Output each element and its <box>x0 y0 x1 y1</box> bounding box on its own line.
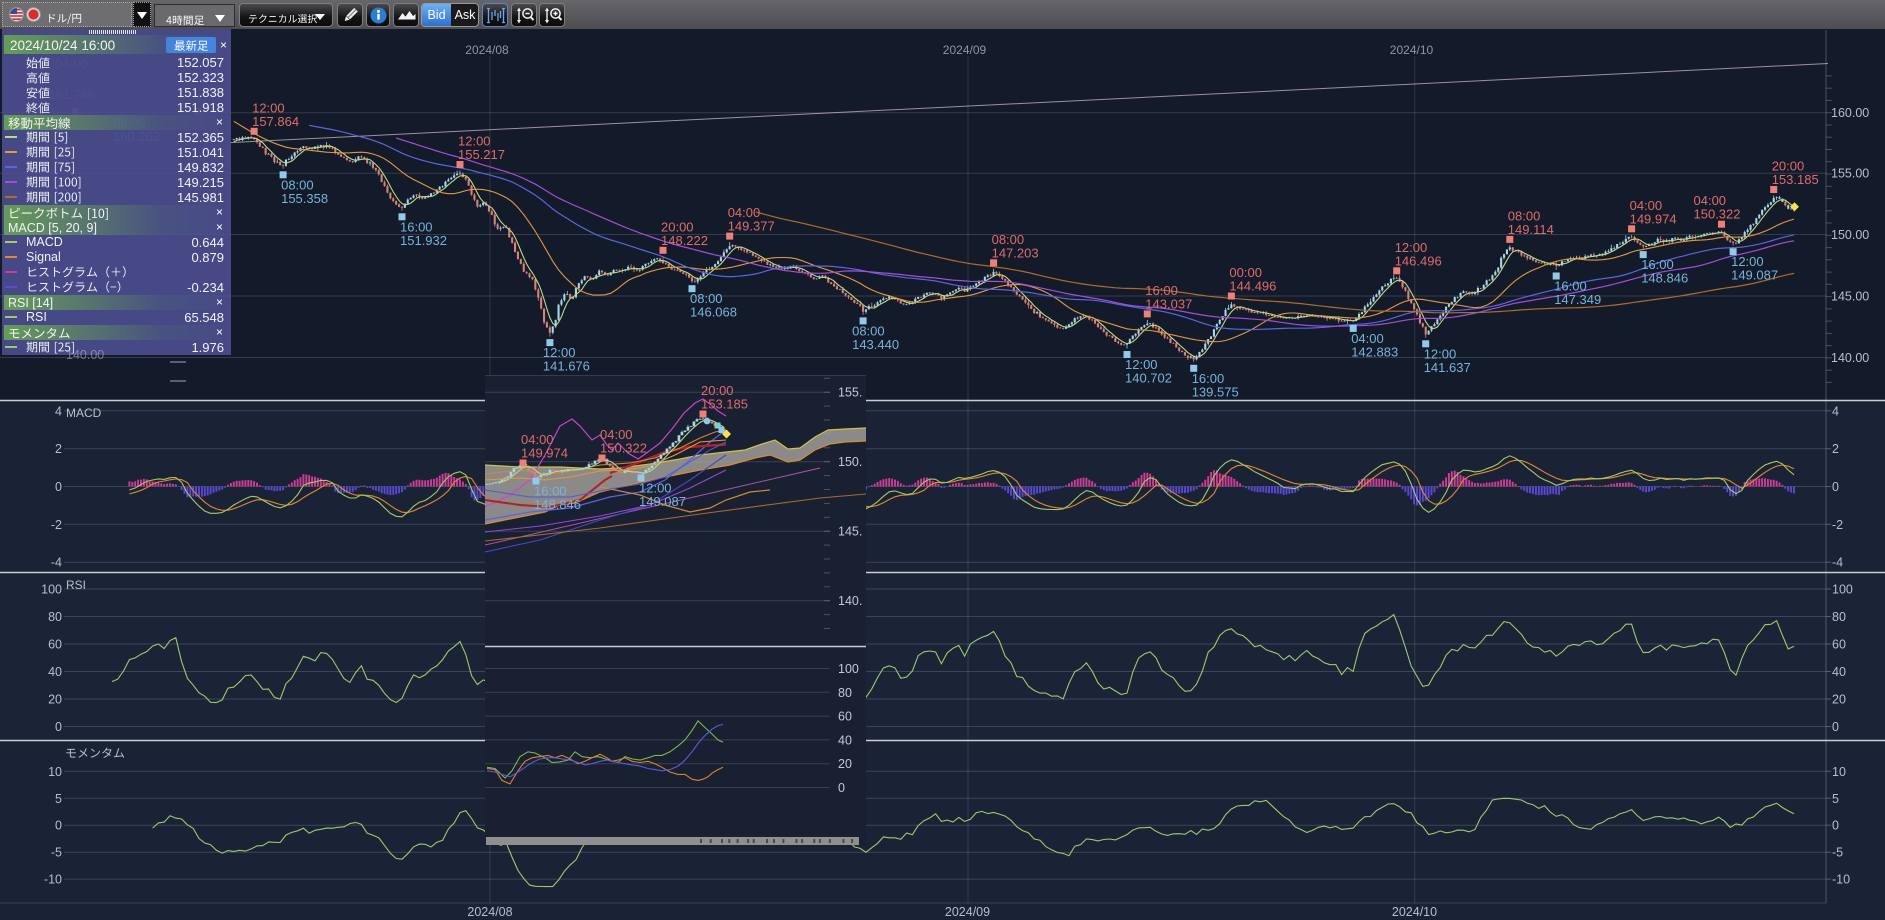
svg-text:2024/08: 2024/08 <box>465 43 509 57</box>
svg-text:153.185: 153.185 <box>701 397 748 412</box>
svg-text:20: 20 <box>48 693 62 707</box>
svg-text:151.932: 151.932 <box>400 233 447 248</box>
svg-text:140.00: 140.00 <box>66 348 104 362</box>
svg-text:141.676: 141.676 <box>543 359 590 374</box>
svg-text:155.00: 155.00 <box>1831 167 1869 181</box>
svg-text:143.440: 143.440 <box>852 337 899 352</box>
svg-text:149.087: 149.087 <box>639 494 686 509</box>
svg-text:2024/10: 2024/10 <box>1392 905 1437 919</box>
svg-text:147.203: 147.203 <box>992 245 1039 260</box>
svg-text:-4: -4 <box>1832 556 1843 570</box>
svg-text:146.496: 146.496 <box>1395 253 1442 268</box>
svg-text:10: 10 <box>1832 765 1846 779</box>
svg-text:10: 10 <box>48 765 62 779</box>
svg-text:60: 60 <box>838 710 852 724</box>
svg-text:145.: 145. <box>838 525 862 539</box>
svg-text:149.377: 149.377 <box>728 219 775 234</box>
svg-text:100: 100 <box>41 583 62 597</box>
svg-text:-2: -2 <box>51 518 62 532</box>
svg-text:5: 5 <box>55 792 62 806</box>
svg-text:60: 60 <box>1832 638 1846 652</box>
svg-text:149.974: 149.974 <box>1630 211 1677 226</box>
svg-text:60: 60 <box>48 638 62 652</box>
svg-text:100: 100 <box>838 662 859 676</box>
svg-text:140.: 140. <box>838 594 862 608</box>
svg-text:0: 0 <box>1832 819 1839 833</box>
svg-text:140.00: 140.00 <box>1831 351 1869 365</box>
svg-text:RSI: RSI <box>66 578 86 592</box>
svg-text:40: 40 <box>838 733 852 747</box>
svg-text:2024/10: 2024/10 <box>1390 43 1434 57</box>
svg-text:149.114: 149.114 <box>1508 222 1554 237</box>
svg-text:-5: -5 <box>1832 846 1843 860</box>
svg-text:139.575: 139.575 <box>1192 384 1239 399</box>
svg-text:0: 0 <box>55 480 62 494</box>
svg-text:-2: -2 <box>1832 518 1843 532</box>
svg-text:148.846: 148.846 <box>534 497 581 512</box>
svg-text:149.087: 149.087 <box>1731 268 1778 283</box>
svg-text:147.349: 147.349 <box>1554 292 1601 307</box>
svg-text:140.702: 140.702 <box>1125 371 1172 386</box>
svg-text:5: 5 <box>1832 792 1839 806</box>
svg-text:-4: -4 <box>51 556 62 570</box>
svg-text:141.637: 141.637 <box>1424 360 1471 375</box>
svg-text:0: 0 <box>1832 720 1839 734</box>
svg-text:40: 40 <box>1832 665 1846 679</box>
svg-text:80: 80 <box>1832 610 1846 624</box>
svg-text:0: 0 <box>55 819 62 833</box>
svg-text:149.974: 149.974 <box>521 446 568 461</box>
svg-text:80: 80 <box>838 686 852 700</box>
svg-text:100: 100 <box>1832 583 1853 597</box>
svg-text:20: 20 <box>838 757 852 771</box>
svg-text:155.: 155. <box>838 386 862 400</box>
svg-text:145.00: 145.00 <box>1831 290 1869 304</box>
svg-text:-10: -10 <box>44 873 62 887</box>
svg-text:146.068: 146.068 <box>690 305 737 320</box>
svg-text:4: 4 <box>1832 404 1839 418</box>
svg-text:-10: -10 <box>1832 873 1850 887</box>
svg-text:80: 80 <box>48 610 62 624</box>
svg-text:0: 0 <box>55 720 62 734</box>
svg-text:2: 2 <box>1832 442 1839 456</box>
svg-text:155.217: 155.217 <box>458 147 505 162</box>
svg-text:150.00: 150.00 <box>1831 228 1869 242</box>
svg-text:40: 40 <box>48 665 62 679</box>
svg-text:155.358: 155.358 <box>281 191 328 206</box>
svg-text:143.037: 143.037 <box>1145 296 1192 311</box>
svg-text:148.222: 148.222 <box>661 233 708 248</box>
svg-text:2024/08: 2024/08 <box>467 905 512 919</box>
svg-text:2024/09: 2024/09 <box>945 905 990 919</box>
svg-text:20: 20 <box>1832 693 1846 707</box>
svg-text:153.185: 153.185 <box>1772 172 1819 187</box>
svg-text:150.322: 150.322 <box>600 441 647 456</box>
svg-text:144.496: 144.496 <box>1229 279 1276 294</box>
svg-text:0: 0 <box>1832 480 1839 494</box>
svg-text:160.00: 160.00 <box>1831 106 1869 120</box>
svg-text:150.: 150. <box>838 455 862 469</box>
svg-text:2024/09: 2024/09 <box>943 43 987 57</box>
svg-text:-5: -5 <box>51 846 62 860</box>
svg-text:148.846: 148.846 <box>1641 271 1688 286</box>
svg-text:4: 4 <box>55 404 62 418</box>
svg-text:142.883: 142.883 <box>1351 344 1398 359</box>
svg-text:150.322: 150.322 <box>1694 207 1741 222</box>
svg-text:2: 2 <box>55 442 62 456</box>
svg-text:MACD: MACD <box>66 406 102 420</box>
svg-text:0: 0 <box>838 781 845 795</box>
